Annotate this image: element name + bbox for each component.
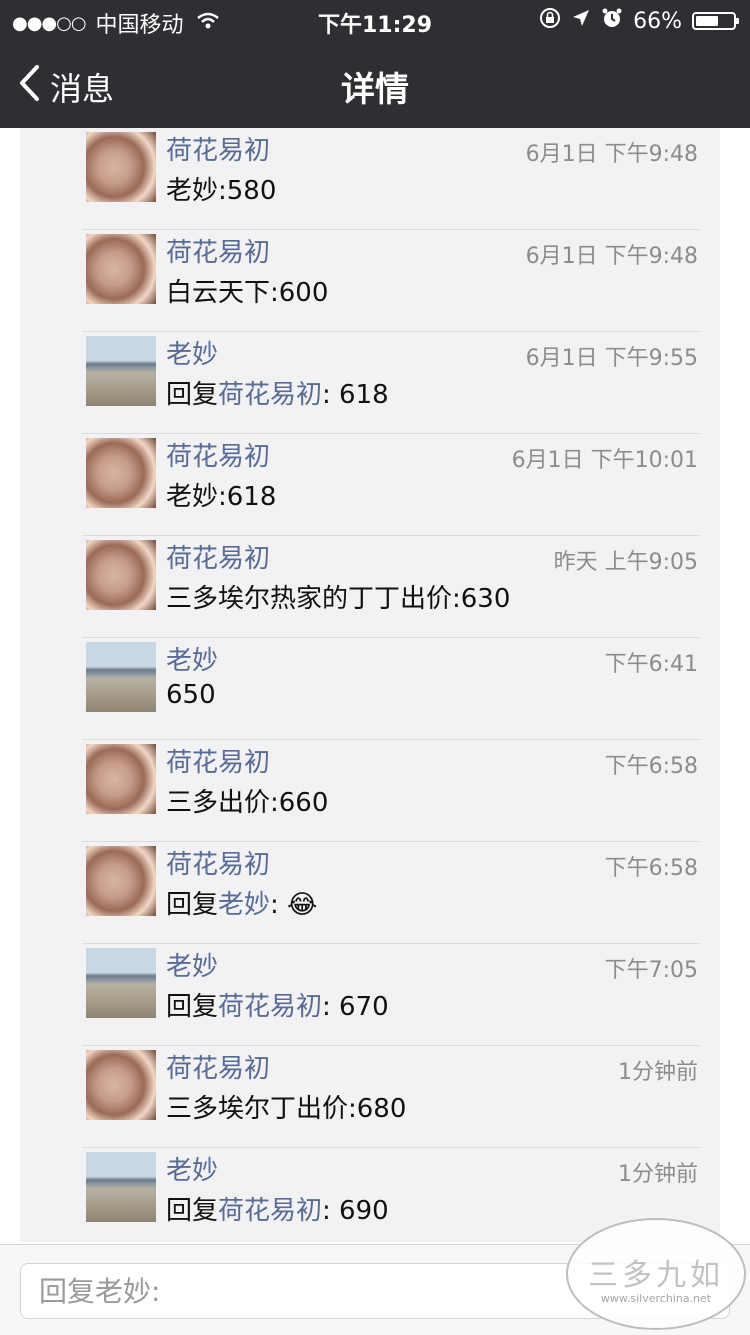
avatar[interactable] (86, 1050, 156, 1120)
comment-text: 回复荷花易初: 670 (166, 986, 389, 1023)
status-right: 66% (539, 7, 739, 35)
battery-icon (692, 12, 739, 30)
commenter-name[interactable]: 老妙 (166, 1150, 218, 1187)
comment-body: 三多埃尔丁出价:680 (166, 1094, 407, 1124)
comment-body: : 690 (322, 1196, 389, 1226)
mentioned-user[interactable]: 荷花易初 (218, 992, 322, 1022)
comment-text: 老妙:580 (166, 170, 276, 207)
comment-text: 白云天下:600 (166, 272, 328, 309)
comment-row[interactable]: 荷花易初 6月1日 下午9:48 老妙:580 (20, 128, 720, 230)
mentioned-user[interactable]: 老妙 (218, 890, 270, 920)
comment-time: 下午6:58 (604, 754, 698, 779)
mentioned-user[interactable]: 荷花易初 (218, 380, 322, 410)
comment-row[interactable]: 荷花易初 下午6:58 回复老妙: 😂 (20, 842, 720, 944)
comment-text: 回复荷花易初: 618 (166, 374, 389, 411)
alarm-clock-icon (601, 7, 623, 35)
avatar[interactable] (86, 744, 156, 814)
comment-body: 白云天下:600 (166, 278, 329, 308)
page-title: 详情 (341, 70, 409, 110)
location-arrow-icon (571, 8, 591, 34)
commenter-name[interactable]: 老妙 (166, 946, 218, 983)
commenter-name[interactable]: 荷花易初 (166, 130, 270, 167)
comment-time: 1分钟前 (618, 1162, 698, 1187)
comment-body: 老妙:618 (166, 482, 277, 512)
battery-tip (736, 18, 739, 24)
comment-row[interactable]: 老妙 下午6:41 650 (20, 638, 720, 740)
avatar[interactable] (86, 948, 156, 1018)
comment-text: 三多出价:660 (166, 782, 328, 819)
reply-prefix: 回复 (166, 380, 219, 410)
comment-text: 老妙:618 (166, 476, 276, 513)
comment-time: 昨天 上午9:05 (553, 550, 698, 575)
comment-row[interactable]: 荷花易初 下午6:58 三多出价:660 (20, 740, 720, 842)
avatar[interactable] (86, 234, 156, 304)
comment-time: 下午7:05 (604, 958, 698, 983)
comment-time: 6月1日 下午10:01 (511, 448, 698, 473)
comment-row[interactable]: 荷花易初 6月1日 下午10:01 老妙:618 (20, 434, 720, 536)
reply-prefix: 回复 (166, 1196, 219, 1226)
commenter-name[interactable]: 老妙 (166, 640, 218, 677)
commenter-name[interactable]: 荷花易初 (166, 436, 270, 473)
avatar[interactable] (86, 132, 156, 202)
comment-text: 650 (166, 680, 216, 710)
avatar[interactable] (86, 1152, 156, 1222)
comment-row[interactable]: 荷花易初 1分钟前三多埃尔丁出价:680 (20, 1046, 720, 1148)
comment-body: : 670 (322, 992, 389, 1022)
commenter-name[interactable]: 荷花易初 (166, 742, 270, 779)
comment-time: 6月1日 下午9:48 (525, 142, 698, 167)
comment-text: 三多埃尔热家的丁丁出价:630 (166, 578, 510, 615)
comment-time: 下午6:58 (604, 856, 698, 881)
battery-percent: 66% (633, 8, 682, 34)
comment-body: 650 (166, 680, 216, 710)
avatar[interactable] (86, 846, 156, 916)
commenter-name[interactable]: 荷花易初 (166, 232, 270, 269)
comment-time: 6月1日 下午9:48 (525, 244, 698, 269)
comment-row[interactable]: 老妙 6月1日 下午9:55 回复荷花易初: 618 (20, 332, 720, 434)
comment-row[interactable]: 荷花易初 昨天 上午9:05 三多埃尔热家的丁丁出价:630 (20, 536, 720, 638)
comment-text: 回复老妙: 😂 (166, 884, 317, 921)
rotation-lock-icon (539, 7, 561, 35)
watermark-logo: 三多九如 www.silverchina.net (566, 1218, 746, 1330)
watermark-url: www.silverchina.net (600, 1292, 712, 1305)
avatar[interactable] (86, 438, 156, 508)
avatar[interactable] (86, 336, 156, 406)
comment-body: : 😂 (270, 890, 318, 920)
status-bar: ●●●○○ 中国移动 下午11:29 66% (0, 0, 750, 42)
commenter-name[interactable]: 荷花易初 (166, 538, 270, 575)
comment-text: 回复荷花易初: 690 (166, 1190, 389, 1227)
comment-time: 6月1日 下午9:55 (525, 346, 698, 371)
mentioned-user[interactable]: 荷花易初 (218, 1196, 322, 1226)
comment-text: 三多埃尔丁出价:680 (166, 1088, 406, 1125)
comment-time: 1分钟前 (618, 1060, 698, 1085)
battery-level-fill (696, 16, 719, 26)
watermark-title: 三多九如 (588, 1258, 724, 1293)
reply-prefix: 回复 (166, 992, 219, 1022)
comment-list: 荷花易初 6月1日 下午9:48 老妙:580 荷花易初 6月1日 下午9:48 白云天下… (20, 128, 720, 1242)
avatar[interactable] (86, 642, 156, 712)
comment-body: 老妙:580 (166, 176, 277, 206)
comment-body: : 618 (322, 380, 389, 410)
comment-row[interactable]: 老妙 下午7:05 回复荷花易初: 670 (20, 944, 720, 1046)
comment-body: 三多出价:660 (166, 788, 329, 818)
reply-prefix: 回复 (166, 890, 219, 920)
comment-time: 下午6:41 (604, 652, 698, 677)
commenter-name[interactable]: 荷花易初 (166, 844, 270, 881)
comment-row[interactable]: 荷花易初 6月1日 下午9:48 白云天下:600 (20, 230, 720, 332)
navigation-bar: 消息 详情 (0, 42, 750, 128)
commenter-name[interactable]: 荷花易初 (166, 1048, 270, 1085)
comment-body: 三多埃尔热家的丁丁出价:630 (166, 584, 511, 614)
commenter-name[interactable]: 老妙 (166, 334, 218, 371)
avatar[interactable] (86, 540, 156, 610)
